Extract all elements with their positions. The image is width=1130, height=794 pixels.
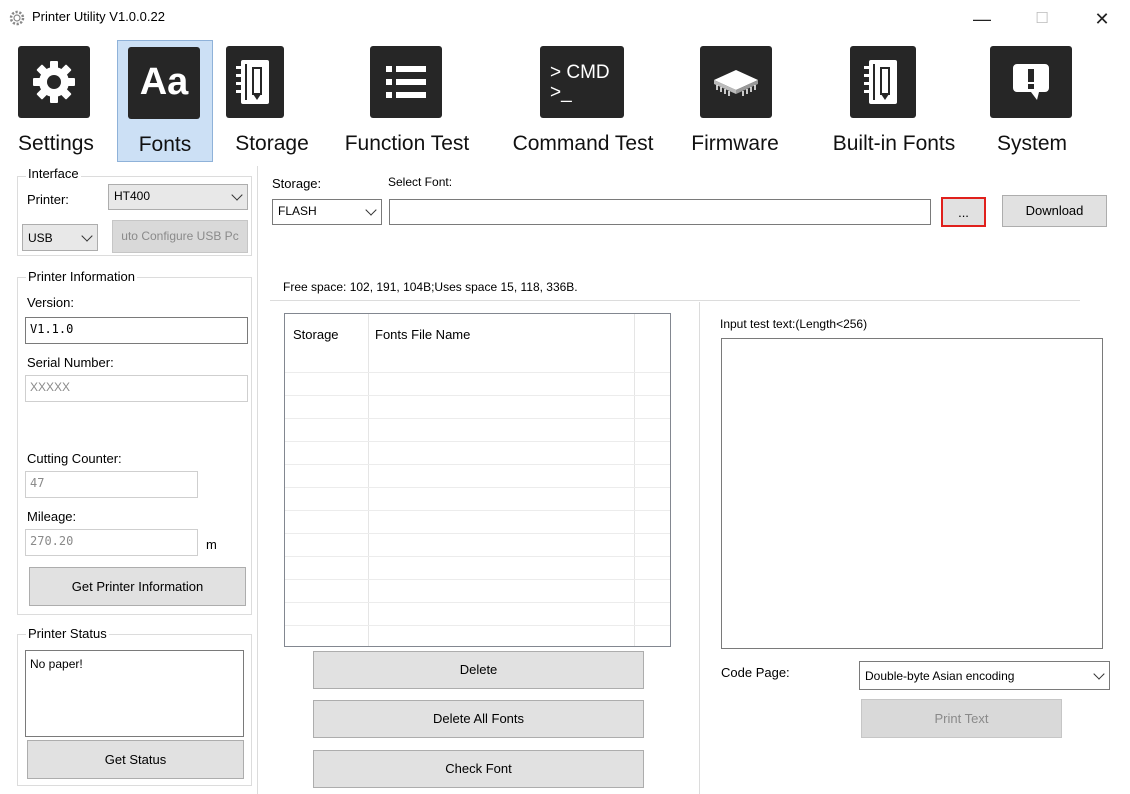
mileage-field[interactable]: 270.20	[25, 529, 198, 556]
status-textbox[interactable]: No paper!	[25, 650, 244, 737]
maximize-button[interactable]: ☐	[1022, 6, 1062, 32]
tab-function-test-label: Function Test	[344, 132, 470, 155]
tab-firmware-label: Firmware	[691, 132, 779, 155]
font-path-field[interactable]	[389, 199, 931, 225]
fonts-table[interactable]: Storage Fonts File Name	[284, 313, 671, 647]
port-select[interactable]: USB	[22, 224, 98, 251]
print-text-button[interactable]: Print Text	[861, 699, 1062, 738]
table-row	[285, 350, 670, 373]
chevron-down-icon	[365, 204, 377, 216]
input-test-text-label: Input test text:(Length<256)	[720, 317, 868, 331]
tab-storage-label: Storage	[235, 132, 309, 155]
chevron-down-icon	[1093, 668, 1105, 680]
delete-all-fonts-button[interactable]: Delete All Fonts	[313, 700, 644, 738]
printer-model-select[interactable]: HT400	[108, 184, 248, 210]
app-gear-icon	[8, 9, 26, 27]
cmd-prompt-icon: > CMD >_	[540, 46, 624, 118]
tab-firmware[interactable]: Firmware	[683, 38, 787, 162]
mileage-label: Mileage:	[27, 509, 77, 524]
tab-system[interactable]: System	[980, 38, 1084, 162]
version-field[interactable]: V1.1.0	[25, 317, 248, 344]
table-row	[285, 626, 670, 646]
auto-configure-usb-button[interactable]: uto Configure USB Pc	[112, 220, 248, 253]
test-text-area[interactable]	[721, 338, 1103, 649]
column-header-storage[interactable]: Storage	[293, 327, 339, 342]
tab-command-test-label: Command Test	[512, 132, 654, 155]
close-button[interactable]: ✕	[1082, 6, 1122, 32]
font-aa-icon: Aa	[128, 47, 200, 119]
tab-built-in-fonts[interactable]: Built-in Fonts	[814, 38, 974, 162]
table-row	[285, 488, 670, 511]
column-header-fonts-file-name[interactable]: Fonts File Name	[375, 327, 470, 342]
window-title: Printer Utility V1.0.0.22	[32, 9, 165, 24]
table-row	[285, 580, 670, 603]
tab-system-label: System	[996, 132, 1067, 155]
tab-function-test[interactable]: Function Test	[332, 38, 482, 162]
storage-label: Storage:	[272, 176, 322, 191]
table-row	[285, 511, 670, 534]
title-bar: Printer Utility V1.0.0.22 — ☐ ✕	[0, 0, 1130, 38]
printer-label: Printer:	[27, 192, 69, 207]
main-toolbar: Settings Aa Fonts Storage Function Test …	[0, 38, 1130, 162]
printer-status-legend: Printer Status	[26, 626, 109, 641]
tab-fonts-label: Fonts	[138, 133, 192, 156]
free-space-divider	[270, 300, 1080, 301]
version-label: Version:	[27, 295, 74, 310]
table-row	[285, 419, 670, 442]
tab-settings-label: Settings	[18, 132, 94, 155]
table-row	[285, 557, 670, 580]
table-row	[285, 534, 670, 557]
serial-number-field[interactable]: XXXXX	[25, 375, 248, 402]
chevron-down-icon	[231, 189, 243, 201]
minimize-button[interactable]: —	[962, 6, 1002, 32]
code-page-select[interactable]: Double-byte Asian encoding	[859, 661, 1110, 690]
table-row	[285, 373, 670, 396]
fonts-table-header: Storage Fonts File Name	[285, 314, 670, 352]
panel-divider	[257, 166, 258, 794]
tab-fonts[interactable]: Aa Fonts	[117, 40, 213, 162]
download-button[interactable]: Download	[1002, 195, 1107, 227]
get-status-button[interactable]: Get Status	[27, 740, 244, 779]
table-row	[285, 396, 670, 419]
mileage-unit: m	[206, 537, 217, 552]
table-row	[285, 465, 670, 488]
table-row	[285, 442, 670, 465]
free-space-text: Free space: 102, 191, 104B;Uses space 15…	[283, 280, 578, 294]
check-font-button[interactable]: Check Font	[313, 750, 644, 788]
gear-icon	[18, 46, 90, 118]
notebook-pencil-icon	[226, 46, 284, 118]
storage-select[interactable]: FLASH	[272, 199, 382, 225]
tab-built-in-fonts-label: Built-in Fonts	[832, 132, 956, 155]
tab-storage[interactable]: Storage	[222, 38, 322, 162]
cutting-counter-label: Cutting Counter:	[27, 451, 122, 466]
browse-font-button[interactable]: ...	[941, 197, 986, 227]
tab-command-test[interactable]: > CMD >_ Command Test	[498, 38, 668, 162]
interface-legend: Interface	[26, 166, 81, 181]
serial-number-label: Serial Number:	[27, 355, 114, 370]
chevron-down-icon	[81, 230, 93, 242]
table-row	[285, 603, 670, 626]
printer-info-legend: Printer Information	[26, 269, 137, 284]
tab-settings[interactable]: Settings	[0, 38, 112, 162]
notebook-pencil-icon	[850, 46, 916, 118]
right-divider	[699, 302, 700, 794]
code-page-label: Code Page:	[721, 665, 790, 680]
chip-icon	[700, 46, 772, 118]
list-icon	[370, 46, 442, 118]
select-font-label: Select Font:	[388, 175, 453, 189]
cutting-counter-field[interactable]: 47	[25, 471, 198, 498]
alert-bubble-icon	[990, 46, 1072, 118]
delete-button[interactable]: Delete	[313, 651, 644, 689]
get-printer-information-button[interactable]: Get Printer Information	[29, 567, 246, 606]
